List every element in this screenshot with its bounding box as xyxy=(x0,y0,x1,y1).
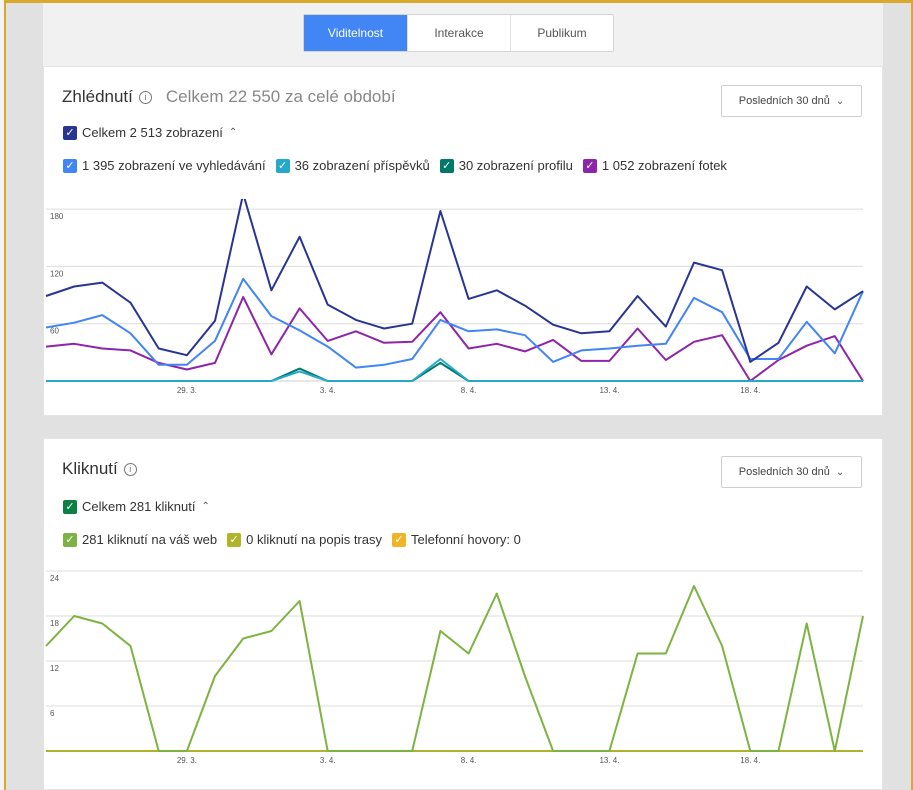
legend-item-profile-views[interactable]: ✓ 30 zobrazení profilu xyxy=(439,158,573,173)
views-period-label: Posledních 30 dnů xyxy=(738,95,830,107)
views-total-label: Celkem 2 513 zobrazení xyxy=(82,125,223,140)
info-icon[interactable]: i xyxy=(123,463,137,476)
legend-item-search-views[interactable]: ✓ 1 395 zobrazení ve vyhledávání xyxy=(63,158,266,173)
views-line-chart: 180 120 60 29. 3. 3. 4. 8. 4. 13. 4. 18. 4. xyxy=(45,199,864,395)
clicks-total-label: Celkem 281 kliknutí xyxy=(82,499,196,514)
legend-label: 1 052 zobrazení fotek xyxy=(601,158,727,173)
legend-label: 1 395 zobrazení ve vyhledávání xyxy=(82,158,266,173)
x-tick-label: 13. 4. xyxy=(599,756,619,764)
tab-bar: Viditelnost Interakce Publikum xyxy=(43,3,883,66)
legend-label: Telefonní hovory: 0 xyxy=(411,532,521,547)
chevron-up-icon[interactable]: ⌃ xyxy=(201,501,209,512)
chevron-up-icon[interactable]: ⌃ xyxy=(229,127,237,138)
x-tick-label: 29. 3. xyxy=(177,386,197,395)
clicks-total-toggle[interactable]: ✓ Celkem 281 kliknutí ⌃ xyxy=(63,499,210,514)
checkbox-checked-icon[interactable]: ✓ xyxy=(63,532,77,547)
checkbox-checked-icon[interactable]: ✓ xyxy=(227,532,242,547)
checkbox-checked-icon[interactable]: ✓ xyxy=(63,125,77,140)
legend-label: 281 kliknutí na váš web xyxy=(82,532,218,547)
clicks-period-dropdown[interactable]: Posledních 30 dnů ⌄ xyxy=(721,456,862,488)
y-tick-label: 6 xyxy=(50,709,55,718)
tab-visibility[interactable]: Viditelnost xyxy=(304,15,407,51)
y-tick-label: 12 xyxy=(50,664,59,673)
chevron-down-icon: ⌄ xyxy=(835,466,845,478)
window-frame-left xyxy=(0,0,6,790)
y-tick-label: 180 xyxy=(50,212,64,221)
tab-group: Viditelnost Interakce Publikum xyxy=(303,14,614,52)
views-card: Zhlédnutí i Celkem 22 550 za celé období… xyxy=(43,66,883,416)
legend-item-photo-views[interactable]: ✓ 1 052 zobrazení fotek xyxy=(582,158,727,173)
checkbox-checked-icon[interactable]: ✓ xyxy=(275,158,290,173)
legend-item-route-clicks[interactable]: ✓ 0 kliknutí na popis trasy xyxy=(227,532,382,547)
views-total-toggle[interactable]: ✓ Celkem 2 513 zobrazení ⌃ xyxy=(63,125,237,140)
series-line xyxy=(46,358,863,382)
checkbox-checked-icon[interactable]: ✓ xyxy=(63,158,77,173)
checkbox-checked-icon[interactable]: ✓ xyxy=(392,532,406,547)
legend-label: 0 kliknutí na popis trasy xyxy=(246,532,382,547)
y-tick-label: 60 xyxy=(50,327,59,336)
legend-item-web-clicks[interactable]: ✓ 281 kliknutí na váš web xyxy=(63,532,217,547)
x-tick-label: 29. 3. xyxy=(177,756,197,764)
x-tick-label: 3. 4. xyxy=(320,756,336,764)
views-title-row: Zhlédnutí i Celkem 22 550 za celé období xyxy=(62,87,396,107)
chevron-down-icon: ⌄ xyxy=(835,95,845,107)
clicks-legend: ✓ 281 kliknutí na váš web ✓ 0 kliknutí n… xyxy=(63,532,531,547)
y-tick-label: 120 xyxy=(50,269,64,278)
clicks-line-chart: 24 18 12 6 29. 3. 3. 4. 8. 4. 13. 4. 18. 4. xyxy=(45,570,864,764)
clicks-period-label: Posledních 30 dnů xyxy=(738,466,830,478)
info-icon[interactable]: i xyxy=(138,91,152,104)
views-legend: ✓ 1 395 zobrazení ve vyhledávání ✓ 36 zo… xyxy=(63,158,737,173)
legend-item-phone-calls[interactable]: ✓ Telefonní hovory: 0 xyxy=(392,532,521,547)
views-subtitle: Celkem 22 550 za celé období xyxy=(165,87,396,106)
series-line xyxy=(45,585,864,752)
series-line xyxy=(45,199,864,363)
views-period-dropdown[interactable]: Posledních 30 dnů ⌄ xyxy=(721,85,862,117)
legend-label: 36 zobrazení příspěvků xyxy=(294,158,430,173)
x-tick-label: 13. 4. xyxy=(599,386,619,395)
legend-label: 30 zobrazení profilu xyxy=(458,158,573,173)
legend-item-post-views[interactable]: ✓ 36 zobrazení příspěvků xyxy=(275,158,430,173)
clicks-card: Kliknutí i Posledních 30 dnů ⌄ ✓ Celkem … xyxy=(43,438,883,790)
clicks-title: Kliknutí xyxy=(62,459,118,478)
checkbox-checked-icon[interactable]: ✓ xyxy=(439,158,454,173)
tab-audience[interactable]: Publikum xyxy=(510,15,613,51)
x-tick-label: 3. 4. xyxy=(320,386,336,395)
tab-interactions[interactable]: Interakce xyxy=(407,15,510,51)
checkbox-checked-icon[interactable]: ✓ xyxy=(63,499,77,514)
y-tick-label: 18 xyxy=(50,619,59,628)
x-tick-label: 18. 4. xyxy=(740,386,760,395)
x-tick-label: 8. 4. xyxy=(461,386,477,395)
y-tick-label: 24 xyxy=(50,574,59,583)
x-tick-label: 8. 4. xyxy=(461,756,477,764)
clicks-title-row: Kliknutí i xyxy=(62,459,137,479)
series-line xyxy=(45,296,864,382)
views-title: Zhlédnutí xyxy=(62,87,133,106)
checkbox-checked-icon[interactable]: ✓ xyxy=(582,158,597,173)
x-tick-label: 18. 4. xyxy=(740,756,760,764)
